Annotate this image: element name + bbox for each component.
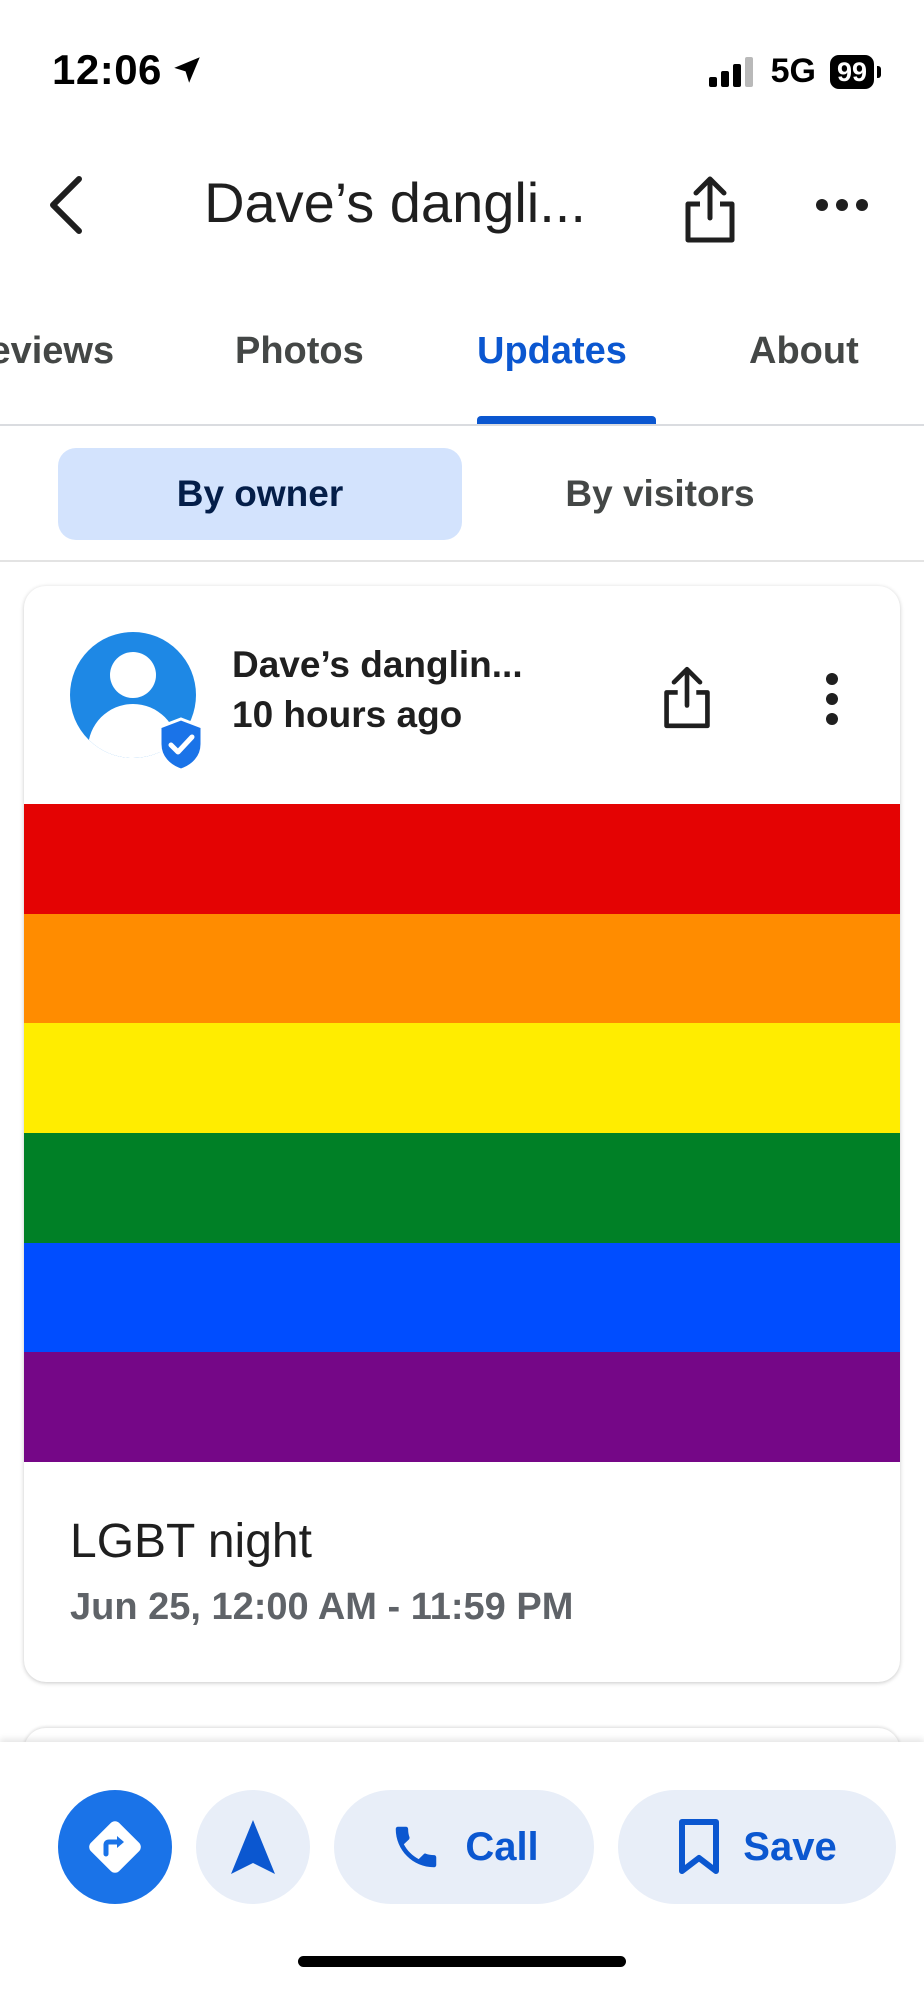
- location-arrow-icon: [174, 57, 200, 83]
- tab-photos[interactable]: Photos: [235, 330, 364, 373]
- back-button[interactable]: [30, 160, 100, 250]
- share-icon: [685, 176, 735, 243]
- more-options-button[interactable]: [800, 175, 884, 235]
- status-time: 12:06: [52, 46, 204, 94]
- tab-about[interactable]: About: [749, 330, 859, 373]
- filter-by-visitors-button[interactable]: By visitors: [470, 448, 850, 540]
- call-label: Call: [465, 1824, 539, 1869]
- flag-stripe-4: [24, 1132, 900, 1243]
- more-vertical-icon: [826, 673, 838, 725]
- status-time-text: 12:06: [52, 46, 162, 93]
- flag-stripe-5: [24, 1242, 900, 1353]
- event-title: LGBT night: [70, 1515, 312, 1568]
- status-bar: 12:06 5G 99: [0, 0, 924, 110]
- signal-icon: [708, 56, 753, 87]
- tab-updates[interactable]: Updates: [477, 330, 627, 373]
- navigate-icon: [231, 1820, 275, 1874]
- active-tab-indicator: [477, 416, 656, 424]
- flag-stripe-3: [24, 1023, 900, 1133]
- flag-stripe-2: [24, 913, 900, 1024]
- save-button[interactable]: Save: [618, 1790, 896, 1904]
- verified-badge-icon: [158, 717, 204, 772]
- flag-stripe-1: [24, 804, 900, 914]
- post-image-rainbow-flag[interactable]: [24, 804, 900, 1462]
- directions-button[interactable]: [58, 1790, 172, 1904]
- tab-bar: Reviews Photos Updates About: [0, 320, 924, 426]
- post-share-button[interactable]: [652, 658, 722, 738]
- directions-icon: [89, 1821, 141, 1873]
- navigate-button[interactable]: [196, 1790, 310, 1904]
- network-type: 5G: [770, 52, 816, 90]
- filter-by-owner-button[interactable]: By owner: [58, 448, 462, 540]
- save-label: Save: [743, 1824, 837, 1869]
- battery-level: 99: [829, 54, 882, 89]
- share-icon: [664, 666, 710, 729]
- phone-icon: [396, 1826, 437, 1868]
- status-indicators: 5G 99: [708, 52, 882, 91]
- flag-stripe-6: [24, 1352, 900, 1462]
- avatar-head: [110, 652, 156, 698]
- page-title: Dave’s dangli...: [204, 171, 586, 234]
- more-horizontal-icon: [816, 199, 868, 211]
- post-timestamp: 10 hours ago: [232, 694, 463, 735]
- share-button[interactable]: [672, 165, 748, 255]
- post-more-button[interactable]: [814, 664, 850, 734]
- back-arrow-icon: [50, 176, 82, 234]
- post-author[interactable]: Dave’s danglin...: [232, 644, 523, 686]
- bookmark-icon: [679, 1819, 720, 1874]
- update-filter: By owner By visitors: [0, 424, 924, 562]
- update-card[interactable]: Dave’s danglin... 10 hours ago LGBT nigh…: [24, 586, 900, 1682]
- tab-reviews[interactable]: Reviews: [0, 330, 114, 373]
- home-indicator[interactable]: [298, 1956, 626, 1967]
- event-date: Jun 25, 12:00 AM - 11:59 PM: [70, 1586, 574, 1628]
- call-button[interactable]: Call: [334, 1790, 594, 1904]
